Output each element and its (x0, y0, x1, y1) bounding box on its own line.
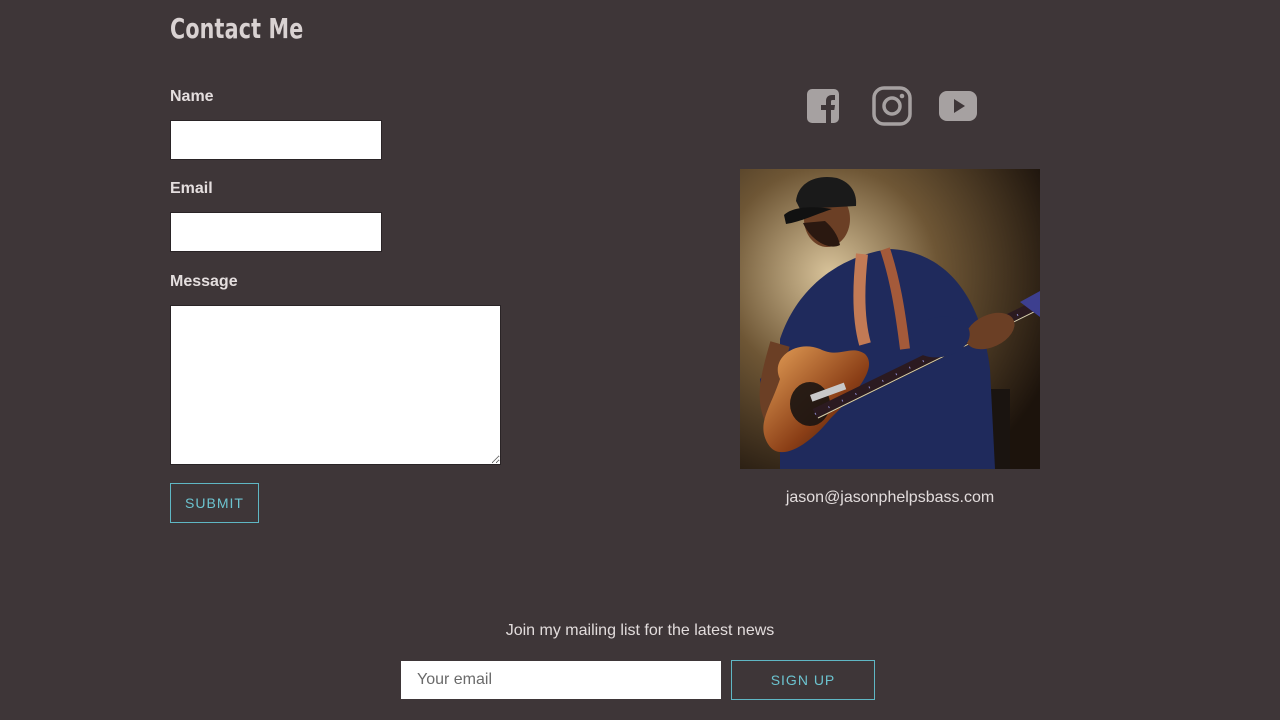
submit-button[interactable]: SUBMIT (170, 483, 259, 523)
newsletter-email-input[interactable] (401, 661, 721, 699)
contact-email[interactable]: jason@jasonphelpsbass.com (740, 489, 1040, 507)
youtube-icon[interactable] (938, 86, 978, 126)
email-label: Email (170, 180, 213, 197)
contact-page: Contact Me Name Email Message SUBMIT jas… (0, 0, 1280, 720)
name-label: Name (170, 88, 214, 105)
page-title: Contact Me (170, 12, 304, 45)
email-field[interactable] (170, 212, 382, 252)
facebook-icon[interactable] (806, 86, 846, 126)
message-field[interactable] (170, 305, 501, 465)
instagram-icon[interactable] (872, 86, 912, 126)
name-field[interactable] (170, 120, 382, 160)
message-label: Message (170, 273, 238, 290)
mailing-list-heading: Join my mailing list for the latest news (505, 622, 775, 639)
social-links (806, 86, 978, 126)
sign-up-button[interactable]: SIGN UP (731, 660, 875, 700)
musician-photo (740, 169, 1040, 469)
